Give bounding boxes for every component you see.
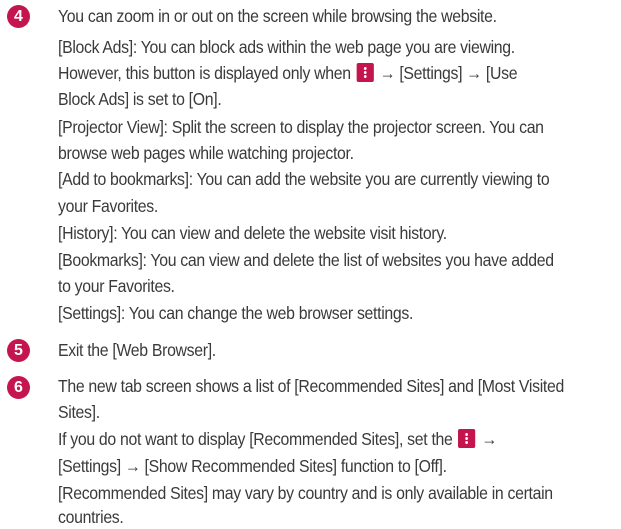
step-number-badge: 5 xyxy=(7,339,30,362)
more-vertical-icon xyxy=(458,429,476,448)
text-line: [Bookmarks]: You can view and delete the… xyxy=(58,250,554,270)
manual-page: 4 You can zoom in or out on the screen w… xyxy=(0,0,621,527)
text-line: your Favorites. xyxy=(58,196,158,216)
text-line: [Settings]: You can change the web brows… xyxy=(58,303,414,323)
step-number-badge: 6 xyxy=(7,376,30,399)
text-line: Block Ads] is set to [On]. xyxy=(58,89,222,109)
text-segment: → xyxy=(477,429,498,449)
text-line: browse web pages while watching projecto… xyxy=(58,143,354,163)
text-line: [Recommended Sites] may vary by country … xyxy=(58,483,553,503)
text-line: You can zoom in or out on the screen whi… xyxy=(58,6,497,26)
text-line: [Add to bookmarks]: You can add the webs… xyxy=(58,169,550,189)
text-line: The new tab screen shows a list of [Reco… xyxy=(58,376,564,396)
text-line: [History]: You can view and delete the w… xyxy=(58,223,447,243)
text-segment: However, this button is displayed only w… xyxy=(58,63,355,83)
text-line: Sites]. xyxy=(58,402,100,422)
text-line: However, this button is displayed only w… xyxy=(58,61,518,85)
text-segment: If you do not want to display [Recommend… xyxy=(58,429,457,449)
text-line: [Settings] → [Show Recommended Sites] fu… xyxy=(58,456,447,476)
text-line: to your Favorites. xyxy=(58,276,175,296)
text-line: [Block Ads]: You can block ads within th… xyxy=(58,37,515,57)
more-vertical-icon xyxy=(356,63,374,82)
text-line: If you do not want to display [Recommend… xyxy=(58,427,497,451)
text-line: [Projector View]: Split the screen to di… xyxy=(58,117,544,137)
text-line: countries. xyxy=(58,507,124,527)
text-line: Exit the [Web Browser]. xyxy=(58,340,216,360)
step-number-badge: 4 xyxy=(7,5,30,28)
text-segment: → [Settings] → [Use xyxy=(375,63,518,83)
